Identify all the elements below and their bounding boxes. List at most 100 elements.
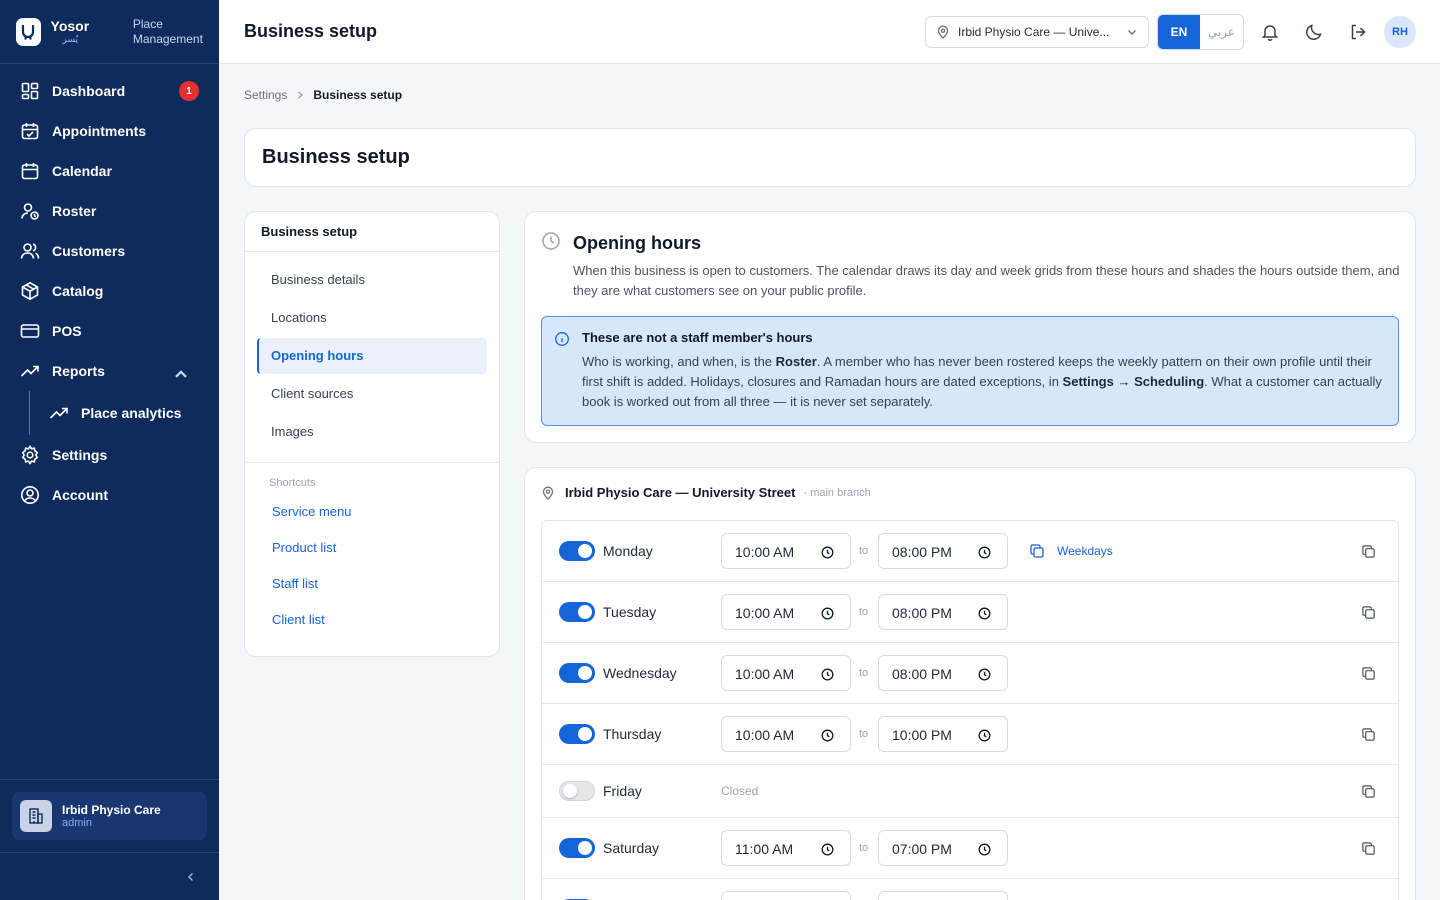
bell-icon[interactable] [1260, 22, 1280, 42]
copy-icon[interactable] [1361, 605, 1376, 620]
close-time-input[interactable]: 10:00 PM [878, 716, 1008, 752]
copy-icon[interactable] [1361, 666, 1376, 681]
clock-icon [821, 668, 834, 681]
sidebar-item-dashboard[interactable]: Dashboard 1 [0, 71, 219, 111]
page-title: Business setup [244, 21, 378, 41]
chevron-up-icon[interactable] [171, 364, 191, 384]
close-time-value: 08:00 PM [892, 544, 952, 560]
copy-icon [1030, 544, 1044, 558]
day-name: Friday [603, 783, 642, 799]
copy-icon[interactable] [1361, 784, 1376, 799]
clock-icon [821, 546, 834, 559]
brand: Yosor يُسر Place Management [0, 0, 219, 64]
avatar[interactable]: RH [1384, 16, 1416, 48]
close-time-input[interactable] [878, 891, 1008, 900]
day-open-toggle[interactable] [559, 602, 595, 622]
open-time-value: 10:00 AM [735, 605, 795, 621]
map-pin-icon [542, 486, 554, 500]
day-open-toggle[interactable] [559, 781, 595, 801]
day-open-toggle[interactable] [559, 541, 595, 561]
subnav-item-locations[interactable]: Locations [257, 300, 487, 336]
sidebar-item-calendar[interactable]: Calendar [0, 151, 219, 191]
shortcut-service-menu[interactable]: Service menu [245, 493, 499, 529]
day-open-toggle[interactable] [559, 724, 595, 744]
opening-hours-card: Opening hours When this business is open… [524, 211, 1416, 443]
chevron-right-icon [298, 91, 304, 99]
clock-icon [821, 607, 834, 620]
info-callout: These are not a staff member's hours Who… [541, 316, 1399, 426]
close-time-input[interactable]: 08:00 PM [878, 655, 1008, 691]
sidebar-item-roster[interactable]: Roster [0, 191, 219, 231]
brand-logo-icon[interactable] [16, 17, 41, 46]
dashboard-icon [21, 82, 39, 100]
org-name: Irbid Physio Care [62, 803, 161, 817]
close-time-input[interactable]: 08:00 PM [878, 594, 1008, 630]
language-ar-button[interactable]: عربي [1200, 15, 1243, 49]
weekdays-label: Weekdays [1057, 544, 1113, 558]
location-tag: · main branch [803, 486, 871, 499]
opening-hours-description: When this business is open to customers.… [573, 263, 1400, 298]
copy-icon[interactable] [1361, 727, 1376, 742]
location-name: Irbid Physio Care — University Street [565, 485, 796, 500]
sidebar-item-label: Reports [52, 363, 105, 379]
sidebar-item-appointments[interactable]: Appointments [0, 111, 219, 151]
breadcrumb-settings-link[interactable]: Settings [244, 88, 287, 102]
sidebar-item-customers[interactable]: Customers [0, 231, 219, 271]
trending-up-icon [20, 365, 39, 377]
info-body: Who is working, and when, is the Roster.… [582, 352, 1382, 412]
subnav-item-opening-hours[interactable]: Opening hours [257, 338, 487, 374]
location-select[interactable]: Irbid Physio Care — Unive... [925, 16, 1149, 48]
subnav-title: Business setup [245, 212, 499, 252]
subnav-item-client-sources[interactable]: Client sources [257, 376, 487, 412]
close-time-value: 08:00 PM [892, 605, 952, 621]
calendar-icon [21, 163, 39, 180]
copy-icon[interactable] [1361, 544, 1376, 559]
sidebar-item-account[interactable]: Account [0, 475, 219, 515]
copy-icon[interactable] [1361, 841, 1376, 856]
day-open-toggle[interactable] [559, 838, 595, 858]
sidebar-item-settings[interactable]: Settings [0, 435, 219, 475]
open-time-input[interactable]: 10:00 AM [721, 594, 851, 630]
language-en-button[interactable]: EN [1158, 15, 1200, 49]
open-time-input[interactable] [721, 891, 851, 900]
copy-to-weekdays-button[interactable]: Weekdays [1029, 543, 1113, 559]
open-time-input[interactable]: 10:00 AM [721, 716, 851, 752]
sidebar-item-reports[interactable]: Reports [0, 351, 219, 391]
to-label: to [859, 606, 869, 618]
open-time-input[interactable]: 10:00 AM [721, 655, 851, 691]
close-time-value: 08:00 PM [892, 666, 952, 682]
to-label: to [859, 842, 869, 854]
close-time-input[interactable]: 07:00 PM [878, 830, 1008, 866]
brand-name: Yosor [50, 18, 90, 34]
sidebar-item-pos[interactable]: POS [0, 311, 219, 351]
page-heading: Business setup [262, 146, 410, 168]
shortcut-product-list[interactable]: Product list [245, 529, 499, 565]
sidebar-item-catalog[interactable]: Catalog [0, 271, 219, 311]
open-time-value: 10:00 AM [735, 544, 795, 560]
collapse-sidebar-button[interactable] [0, 852, 219, 900]
open-time-input[interactable]: 11:00 AM [721, 830, 851, 866]
topbar: Business setup Irbid Physio Care — Unive… [219, 0, 1440, 64]
logout-icon[interactable] [1348, 22, 1368, 42]
open-time-input[interactable]: 10:00 AM [721, 533, 851, 569]
moon-icon[interactable] [1304, 22, 1324, 42]
sidebar-item-place-analytics[interactable]: Place analytics [0, 391, 219, 435]
map-pin-icon [937, 25, 949, 39]
shortcut-client-list[interactable]: Client list [245, 601, 499, 637]
shortcuts-title: Shortcuts [269, 477, 316, 489]
day-open-toggle[interactable] [559, 663, 595, 683]
user-clock-icon [21, 203, 39, 220]
close-time-input[interactable]: 08:00 PM [878, 533, 1008, 569]
page-header-card: Business setup [244, 128, 1416, 187]
clock-icon [978, 668, 991, 681]
info-text: Who is working, and when, is the [582, 354, 776, 369]
subnav-item-images[interactable]: Images [257, 414, 487, 450]
day-name: Tuesday [603, 604, 657, 620]
sidebar-item-label: Place analytics [81, 405, 182, 421]
subnav-item-business-details[interactable]: Business details [257, 262, 487, 298]
location-select-value: Irbid Physio Care — Unive... [958, 25, 1110, 39]
weekly-hours-list: Monday 10:00 AM to 08:00 PM Weekdays Tue… [541, 520, 1399, 900]
sidebar: Yosor يُسر Place Management Dashboard 1 … [0, 0, 219, 900]
shortcut-staff-list[interactable]: Staff list [245, 565, 499, 601]
org-switcher[interactable]: Irbid Physio Care admin [12, 792, 207, 840]
